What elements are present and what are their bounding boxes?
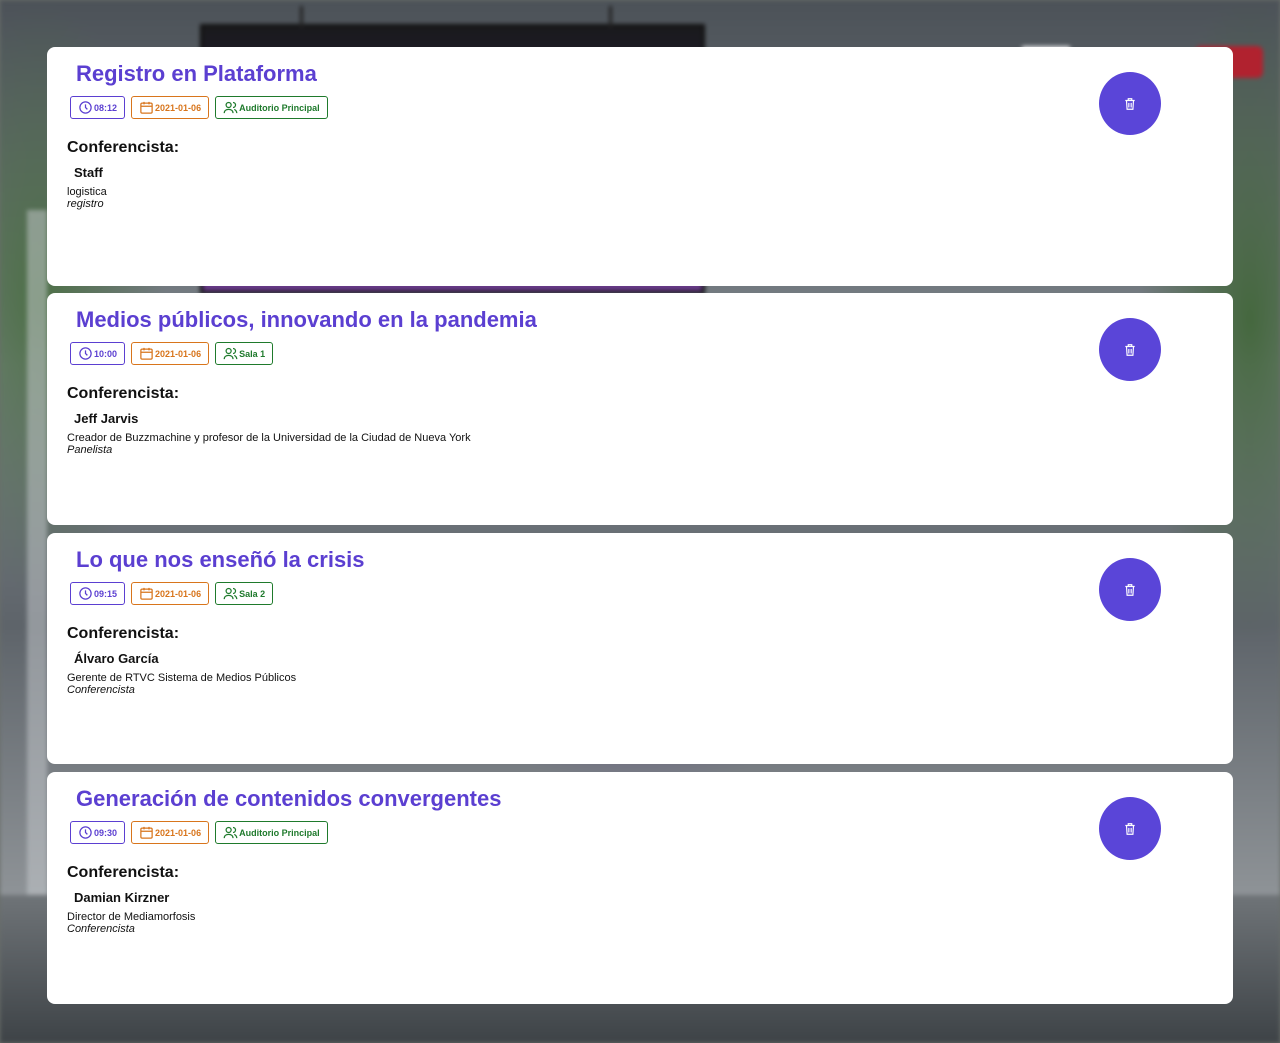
event-time: 08:12 [94,102,118,113]
event-tags: 09:15 2021-01-06 Sala 2 [70,582,1213,605]
time-tag: 09:15 [70,582,126,605]
speaker-description: Gerente de RTVC Sistema de Medios Públic… [67,672,297,684]
trash-icon [1125,343,1135,356]
trash-icon [1125,822,1135,835]
calendar-icon [140,826,153,839]
event-date: 2021-01-06 [155,588,202,599]
event-title: Generación de contenidos convergentes [76,786,502,811]
speaker-role: Conferencista [67,923,135,935]
trash-icon [1125,583,1135,596]
speaker-name: Staff [74,165,103,180]
speaker-name: Jeff Jarvis [74,411,139,426]
time-tag: 09:30 [70,821,126,844]
trash-icon [1125,97,1135,110]
speaker-name: Álvaro García [74,651,159,666]
event-tags: 09:30 2021-01-06 Auditorio Principal [70,821,1213,844]
date-tag: 2021-01-06 [131,96,210,119]
event-date: 2021-01-06 [155,102,202,113]
date-tag: 2021-01-06 [131,342,210,365]
room-tag: Auditorio Principal [215,96,328,119]
room-tag: Auditorio Principal [215,821,328,844]
speaker-heading: Conferencista: [67,385,180,402]
event-room: Sala 1 [239,348,266,359]
event-title: Medios públicos, innovando en la pandemi… [76,307,537,332]
event-tags: 10:00 2021-01-06 Sala 1 [70,342,1213,365]
event-date: 2021-01-06 [155,827,202,838]
event-card: Generación de contenidos convergentes 09… [47,772,1233,1004]
room-tag: Sala 1 [215,342,274,365]
event-card: Medios públicos, innovando en la pandemi… [47,293,1233,525]
event-room: Auditorio Principal [239,102,320,113]
delete-button[interactable] [1099,797,1161,860]
users-icon [223,587,238,600]
speaker-role: Panelista [67,444,113,456]
event-tags: 08:12 2021-01-06 Auditorio Principal [70,96,1213,119]
speaker-description: logistica [67,186,107,198]
speaker-description: Director de Mediamorfosis [67,911,196,923]
event-time: 09:15 [94,588,118,599]
date-tag: 2021-01-06 [131,821,210,844]
speaker-heading: Conferencista: [67,139,180,156]
speaker-role: Conferencista [67,684,135,696]
event-date: 2021-01-06 [155,348,202,359]
event-room: Auditorio Principal [239,827,320,838]
speaker-description: Creador de Buzzmachine y profesor de la … [67,432,471,444]
delete-button[interactable] [1099,318,1161,381]
event-card: Lo que nos enseñó la crisis 09:15 2021-0… [47,533,1233,764]
event-title: Lo que nos enseñó la crisis [76,547,365,572]
event-time: 09:30 [94,827,118,838]
speaker-name: Damian Kirzner [74,890,170,905]
calendar-icon [140,587,153,600]
delete-button[interactable] [1099,558,1161,621]
clock-icon [79,587,92,600]
users-icon [223,826,238,839]
event-title: Registro en Plataforma [76,61,317,86]
agenda-list: Registro en Plataforma 08:12 2021-01-06 … [0,0,1280,1043]
delete-button[interactable] [1099,72,1161,135]
users-icon [223,347,238,360]
calendar-icon [140,347,153,360]
time-tag: 08:12 [70,96,126,119]
time-tag: 10:00 [70,342,126,365]
users-icon [223,101,238,114]
speaker-role: registro [67,198,104,210]
clock-icon [79,826,92,839]
clock-icon [79,101,92,114]
speaker-heading: Conferencista: [67,864,180,881]
date-tag: 2021-01-06 [131,582,210,605]
room-tag: Sala 2 [215,582,274,605]
calendar-icon [140,101,153,114]
speaker-heading: Conferencista: [67,625,180,642]
event-card: Registro en Plataforma 08:12 2021-01-06 … [47,47,1233,286]
event-room: Sala 2 [239,588,266,599]
clock-icon [79,347,92,360]
event-time: 10:00 [94,348,118,359]
